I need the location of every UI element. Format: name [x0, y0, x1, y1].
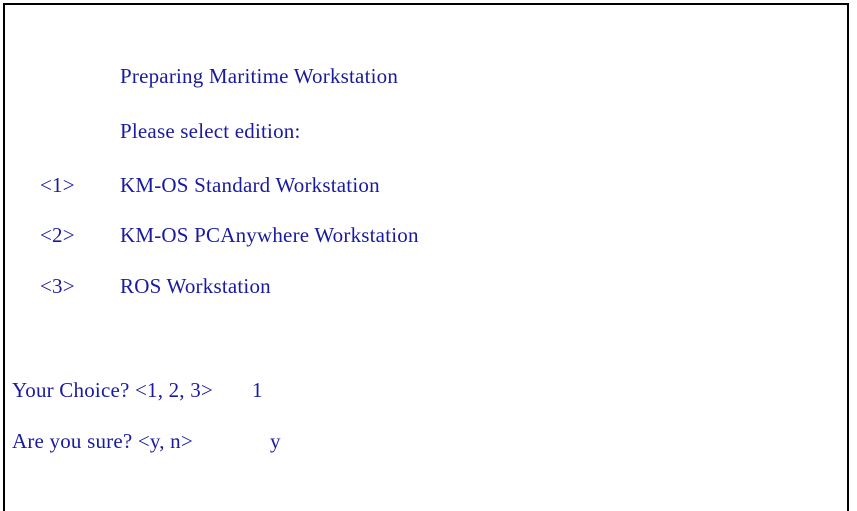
choice-input[interactable]: 1	[252, 378, 263, 402]
option-label: KM-OS Standard Workstation	[120, 173, 380, 197]
option-number: <1>	[40, 173, 75, 197]
confirm-prompt: Are you sure? <y, n>	[12, 429, 193, 453]
option-number: <2>	[40, 223, 75, 247]
choice-prompt: Your Choice? <1, 2, 3>	[12, 378, 213, 402]
option-number: <3>	[40, 274, 75, 298]
console-title: Preparing Maritime Workstation	[120, 64, 399, 88]
edition-prompt: Please select edition:	[120, 119, 301, 143]
console-frame: Preparing Maritime Workstation Please se…	[3, 3, 849, 511]
option-label: KM-OS PCAnywhere Workstation	[120, 223, 419, 247]
option-label: ROS Workstation	[120, 274, 271, 298]
confirm-input[interactable]: y	[270, 429, 281, 453]
